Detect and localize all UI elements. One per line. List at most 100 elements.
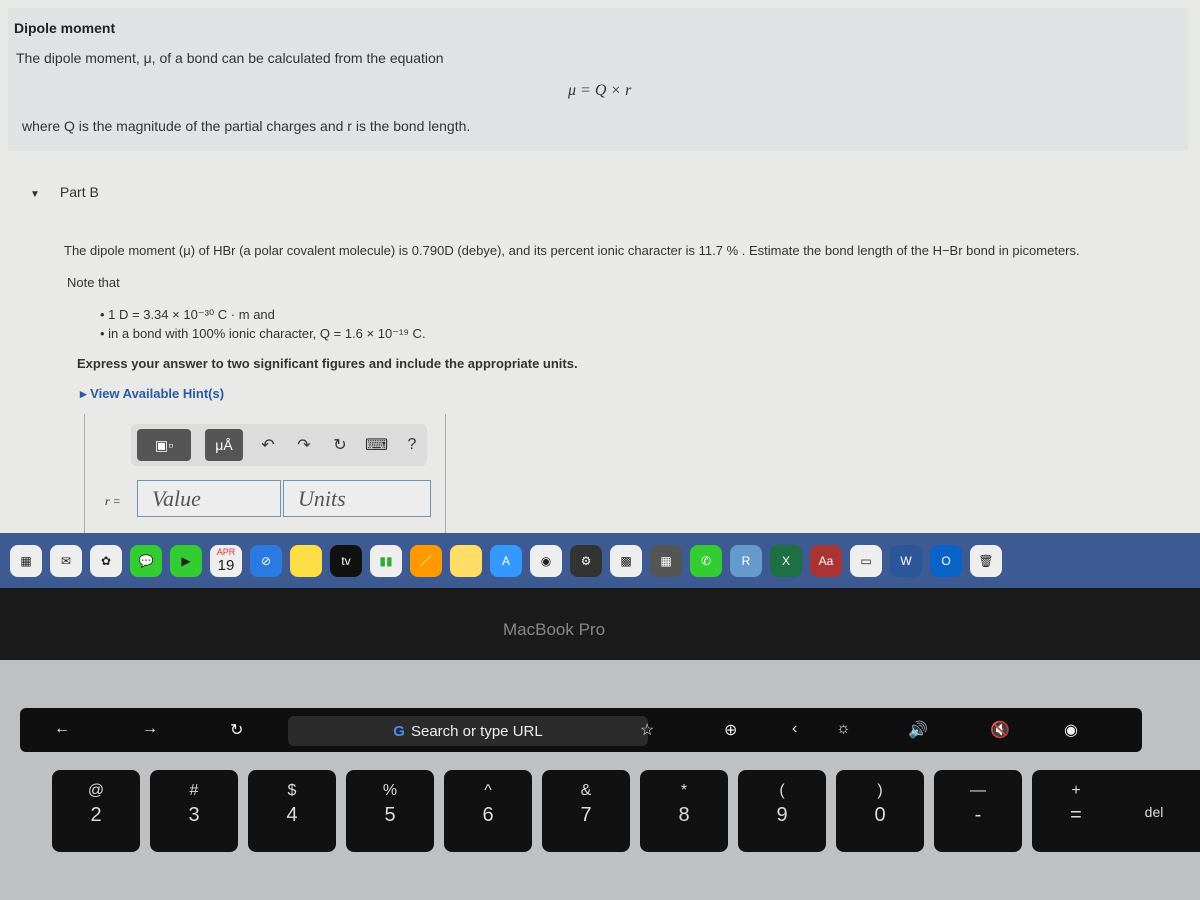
- keyboard-icon[interactable]: ⌨: [365, 435, 388, 455]
- launchpad-icon[interactable]: ▦: [10, 544, 42, 577]
- key-label: 3: [188, 804, 200, 826]
- question-text: The dipole moment (μ) of HBr (a polar co…: [64, 243, 1080, 258]
- key-shift-label: *: [680, 782, 688, 799]
- new-tab-icon[interactable]: ⊕: [724, 720, 737, 740]
- caret-down-icon: ▼: [30, 189, 40, 200]
- value-input[interactable]: Value: [137, 480, 281, 517]
- bullet-text: 1 D = 3.34 × 10⁻³⁰ C · m and: [108, 307, 275, 322]
- key-label: 9: [776, 804, 788, 826]
- dock: ▦ ✉ ✿ 💬 ▶ APR 19 ⊘ tv ▮▮ ／ A ◉ ⚙ ▩ ▦ ✆ R …: [0, 533, 1200, 588]
- note-text: Note that: [67, 275, 120, 290]
- key[interactable]: @2: [52, 770, 140, 852]
- chess-icon[interactable]: ▩: [610, 544, 642, 577]
- appstore-icon[interactable]: A: [490, 544, 522, 577]
- key-label: 5: [384, 804, 396, 826]
- siri-icon[interactable]: ◉: [1064, 720, 1078, 740]
- key-label: 4: [286, 804, 298, 826]
- key-shift-label: (: [779, 782, 785, 799]
- key-shift-label: —: [970, 782, 986, 799]
- facetime-icon[interactable]: ▶: [170, 544, 202, 577]
- key-label: 2: [90, 804, 102, 826]
- url-placeholder: Search or type URL: [410, 722, 543, 740]
- reload-icon[interactable]: ↻: [230, 720, 243, 740]
- intro-title: Dipole moment: [14, 20, 116, 36]
- answer-toolbar: ▣▫ μÅ ↶ ↷ ↻ ⌨ ?: [131, 424, 427, 466]
- key-shift-label: ^: [484, 782, 492, 799]
- key-shift-label: ): [877, 782, 883, 799]
- r-app-icon[interactable]: R: [730, 544, 762, 577]
- key[interactable]: #3: [150, 770, 238, 852]
- part-label: Part B: [59, 184, 99, 200]
- equation: μ = Q × r: [568, 82, 632, 99]
- dictionary-icon[interactable]: Aa: [810, 544, 842, 577]
- key-label: 7: [580, 804, 592, 826]
- part-b-toggle[interactable]: ▼ Part B: [30, 184, 99, 200]
- key[interactable]: — -: [934, 770, 1022, 852]
- key-shift-label: %: [382, 782, 398, 799]
- numbers-icon[interactable]: ▮▮: [370, 544, 402, 577]
- bullet: • in a bond with 100% ionic character, Q…: [100, 326, 426, 341]
- help-button[interactable]: ?: [401, 436, 423, 454]
- key[interactable]: * 8: [640, 770, 728, 852]
- undo-icon[interactable]: ↶: [257, 435, 279, 455]
- url-search-field[interactable]: G Search or type URL: [288, 716, 648, 746]
- units-input[interactable]: Units: [283, 480, 431, 517]
- preview-icon[interactable]: ▭: [850, 544, 882, 577]
- whatsapp-icon[interactable]: ✆: [690, 544, 722, 577]
- key-shift-label: $: [287, 782, 297, 799]
- key[interactable]: $4: [248, 770, 336, 852]
- intro-text-2: where Q is the magnitude of the partial …: [22, 118, 471, 134]
- answer-label: r =: [105, 494, 121, 508]
- outlook-icon[interactable]: O: [930, 544, 962, 577]
- calendar-icon[interactable]: APR 19: [210, 544, 242, 577]
- hints-link[interactable]: ▸ View Available Hint(s): [80, 386, 224, 402]
- notes-icon[interactable]: [290, 544, 322, 577]
- system-settings-icon[interactable]: ⚙: [570, 544, 602, 577]
- units-button[interactable]: μÅ: [205, 429, 243, 461]
- star-icon[interactable]: ☆: [640, 720, 654, 740]
- calendar-month: APR: [216, 547, 236, 557]
- safari-icon[interactable]: ⊘: [250, 544, 282, 577]
- instructions: Express your answer to two significant f…: [77, 356, 578, 371]
- delete-key[interactable]: del: [1094, 770, 1200, 852]
- trash-icon[interactable]: 🗑: [970, 544, 1002, 577]
- templates-button[interactable]: ▣▫: [137, 429, 191, 461]
- bezel-label: MacBook Pro: [503, 620, 606, 639]
- calendar-day: 19: [217, 557, 235, 574]
- key[interactable]: & 7: [542, 770, 630, 852]
- browser-page: Dipole moment The dipole moment, μ, of a…: [0, 0, 1200, 535]
- mute-icon[interactable]: 🔇: [990, 720, 1010, 740]
- key[interactable]: (9: [738, 770, 826, 852]
- word-icon[interactable]: W: [890, 544, 922, 577]
- key-label: 6: [482, 804, 494, 826]
- bullet: • 1 D = 3.34 × 10⁻³⁰ C · m and: [100, 307, 275, 322]
- bullet-text: in a bond with 100% ionic character, Q =…: [108, 326, 426, 341]
- chrome-icon[interactable]: ◉: [530, 544, 562, 577]
- stickies-icon[interactable]: [450, 544, 482, 577]
- pages-icon[interactable]: ／: [410, 544, 442, 577]
- forward-icon[interactable]: →: [142, 720, 158, 738]
- back-icon[interactable]: ←: [54, 720, 70, 738]
- key-shift-label: #: [189, 782, 199, 799]
- key[interactable]: ^ 6: [444, 770, 532, 852]
- reset-icon[interactable]: ↻: [329, 435, 351, 455]
- volume-icon[interactable]: 🔊: [908, 720, 928, 740]
- answer-box: ▣▫ μÅ ↶ ↷ ↻ ⌨ ? r = Value Units: [84, 414, 446, 534]
- appletv-icon[interactable]: tv: [330, 544, 362, 577]
- key-shift-label: &: [580, 782, 592, 799]
- mail-icon[interactable]: ✉: [50, 544, 82, 577]
- key[interactable]: % 5: [346, 770, 434, 852]
- messages-icon[interactable]: 💬: [130, 544, 162, 577]
- key[interactable]: ) 0: [836, 770, 924, 852]
- brightness-icon[interactable]: ☼: [836, 720, 851, 738]
- key-shift-label: @: [87, 782, 105, 799]
- key-label: -: [974, 804, 982, 826]
- expand-icon[interactable]: ‹: [792, 720, 797, 738]
- redo-icon[interactable]: ↷: [293, 435, 315, 455]
- hints-label: View Available Hint(s): [90, 386, 225, 401]
- photos-icon[interactable]: ✿: [90, 544, 122, 577]
- excel-icon[interactable]: X: [770, 544, 802, 577]
- google-icon: G: [393, 722, 405, 740]
- calculator-icon[interactable]: ▦: [650, 544, 682, 577]
- delete-label: del: [1144, 804, 1164, 820]
